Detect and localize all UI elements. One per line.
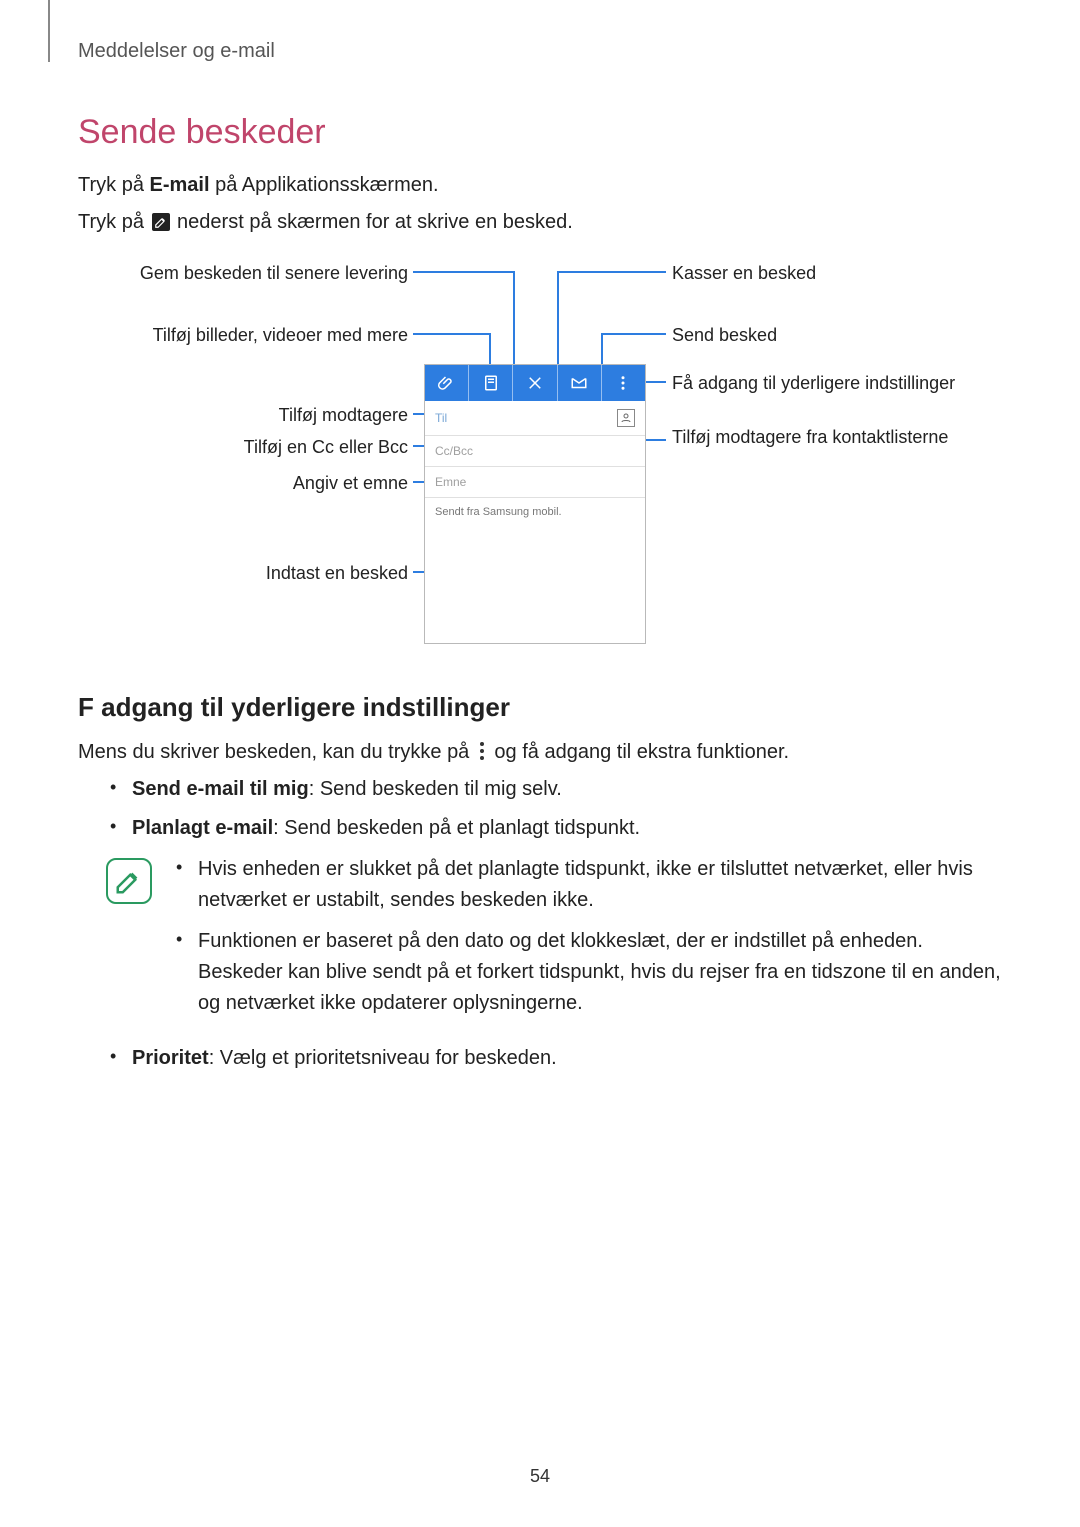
more-icon	[477, 742, 487, 760]
item-text: : Vælg et prioritetsniveau for beskeden.	[209, 1047, 557, 1069]
breadcrumb: Meddelelser og e-mail	[78, 40, 1002, 63]
note-item: Funktionen er baseret på den dato og det…	[172, 926, 1002, 1019]
body-placeholder: Sendt fra Samsung mobil.	[435, 506, 562, 518]
to-field[interactable]: Til	[425, 401, 645, 436]
text: Mens du skriver beskeden, kan du trykke …	[78, 741, 475, 763]
page-number: 54	[0, 1466, 1080, 1487]
more-options-list: Send e-mail til mig: Send beskeden til m…	[106, 774, 1002, 844]
item-name: Planlagt e-mail	[132, 817, 273, 839]
section-title: Sende beskeder	[78, 113, 1002, 152]
send-icon[interactable]	[557, 365, 601, 401]
ccbcc-label: Cc/Bcc	[435, 444, 473, 458]
more-icon[interactable]	[601, 365, 645, 401]
item-text: : Send beskeden på et planlagt tidspunkt…	[273, 817, 640, 839]
list-item: Prioritet: Vælg et prioritetsniveau for …	[106, 1043, 1002, 1074]
text: Tryk på	[78, 211, 150, 233]
attach-icon[interactable]	[425, 365, 468, 401]
app-name: E-mail	[150, 174, 210, 196]
note-list: Hvis enheden er slukket på det planlagte…	[172, 854, 1002, 1029]
list-item: Send e-mail til mig: Send beskeden til m…	[106, 774, 1002, 805]
compose-toolbar	[425, 365, 645, 401]
body-field[interactable]: Sendt fra Samsung mobil.	[425, 498, 645, 618]
subject-field[interactable]: Emne	[425, 467, 645, 498]
contacts-icon[interactable]	[617, 409, 635, 427]
text: på Applikationsskærmen.	[210, 174, 439, 196]
subject-label: Emne	[435, 475, 466, 489]
list-item: Planlagt e-mail: Send beskeden på et pla…	[106, 813, 1002, 844]
note-item: Hvis enheden er slukket på det planlagte…	[172, 854, 1002, 916]
ccbcc-field[interactable]: Cc/Bcc	[425, 436, 645, 467]
compose-diagram: Gem beskeden til senere levering Tilføj …	[78, 254, 998, 654]
text: Tryk på	[78, 174, 150, 196]
item-text: : Send beskeden til mig selv.	[309, 778, 562, 800]
subsection-title: F adgang til yderligere indstillinger	[78, 692, 1002, 723]
to-label: Til	[435, 411, 447, 425]
intro-2: Tryk på nederst på skærmen for at skrive…	[78, 207, 1002, 238]
note-block: Hvis enheden er slukket på det planlagte…	[106, 854, 1002, 1029]
more-intro: Mens du skriver beskeden, kan du trykke …	[78, 737, 1002, 768]
more-options-list-2: Prioritet: Vælg et prioritetsniveau for …	[106, 1043, 1002, 1074]
intro-1: Tryk på E-mail på Applikationsskærmen.	[78, 170, 1002, 201]
note-icon	[106, 858, 152, 904]
compose-icon	[152, 213, 170, 231]
item-name: Send e-mail til mig	[132, 778, 309, 800]
text: og få adgang til ekstra funktioner.	[489, 741, 789, 763]
text: nederst på skærmen for at skrive en besk…	[172, 211, 573, 233]
discard-icon[interactable]	[512, 365, 556, 401]
phone-mock: Til Cc/Bcc Emne Sendt fra Samsung mobil.	[424, 364, 646, 644]
item-name: Prioritet	[132, 1047, 209, 1069]
save-draft-icon[interactable]	[468, 365, 512, 401]
